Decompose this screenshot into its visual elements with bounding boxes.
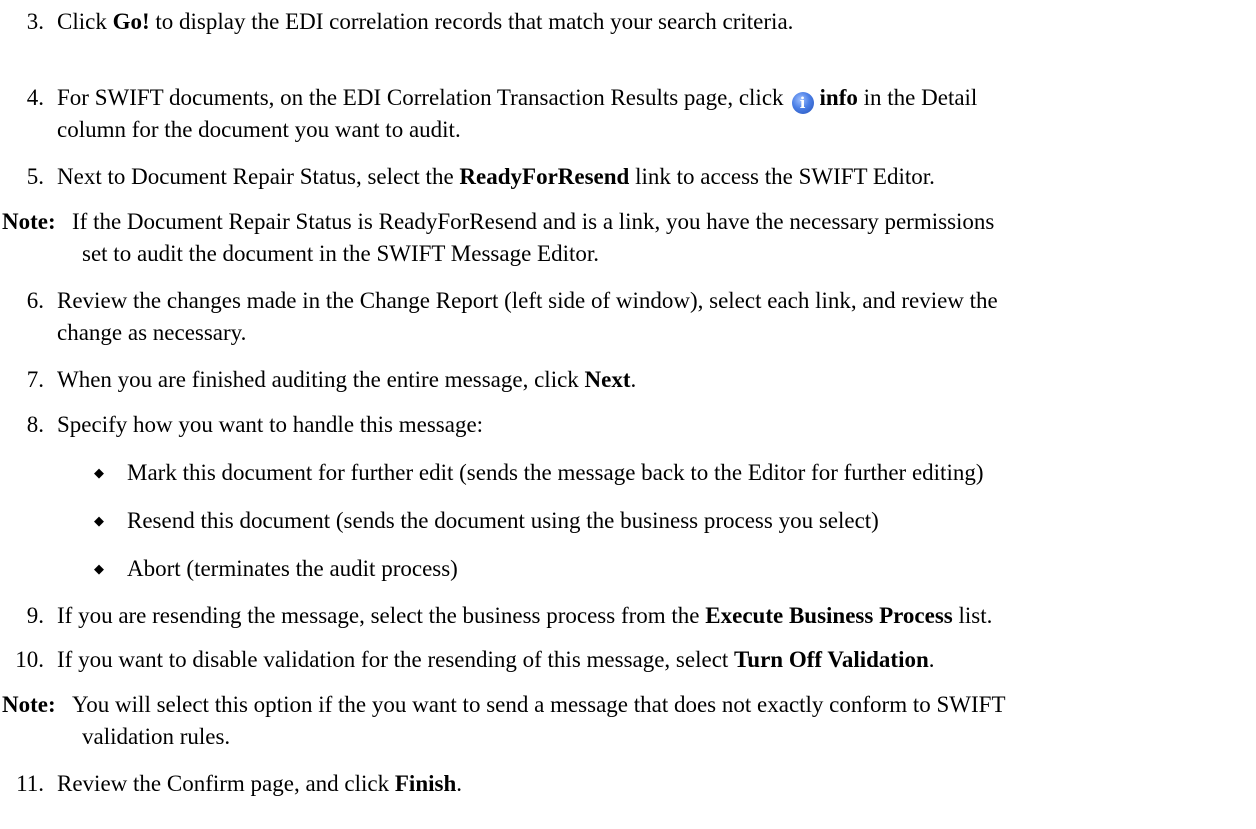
step-number: 11. [16,771,44,796]
ready-for-resend-label: ReadyForResend [459,164,630,189]
info-link-label: info [819,85,858,110]
note-text: You will select this option if the you w… [72,692,1006,749]
note-label: Note: [2,692,56,717]
step-text: Next to Document Repair Status, select t… [57,164,935,189]
step-number: 3. [26,9,44,34]
step-number: 7. [26,367,44,392]
step-number: 9. [26,603,44,628]
info-icon: i [791,92,814,114]
step-text: For SWIFT documents, on the EDI Correlat… [57,85,978,142]
turn-off-validation-label: Turn Off Validation [734,647,929,672]
bullet-diamond-icon: ◆ [94,513,104,528]
step-text: If you are resending the message, select… [57,603,993,628]
step-text: When you are finished auditing the entir… [57,367,637,392]
execute-business-process-label: Execute Business Process [705,603,953,628]
step-text: Review the changes made in the Change Re… [57,288,998,345]
next-button-label: Next [584,367,631,392]
document-page: 3. Click Go! to display the EDI correlat… [0,0,1256,829]
note-label: Note: [2,209,56,234]
go-button-label: Go! [112,9,150,34]
bullet-diamond-icon: ◆ [94,465,104,480]
step-text: Specify how you want to handle this mess… [57,412,484,437]
step-number: 8. [26,412,44,437]
step-number: 4. [26,85,44,110]
step-number: 10. [15,647,44,672]
step-number: 5. [26,164,44,189]
bullet-diamond-icon: ◆ [94,561,104,576]
step-text: Review the Confirm page, and click Finis… [57,771,462,796]
finish-button-label: Finish [394,771,457,796]
step-text: If you want to disable validation for th… [57,647,935,672]
step-text: Click Go! to display the EDI correlation… [57,9,794,34]
note-text: If the Document Repair Status is ReadyFo… [72,209,995,266]
step-number: 6. [26,288,44,313]
